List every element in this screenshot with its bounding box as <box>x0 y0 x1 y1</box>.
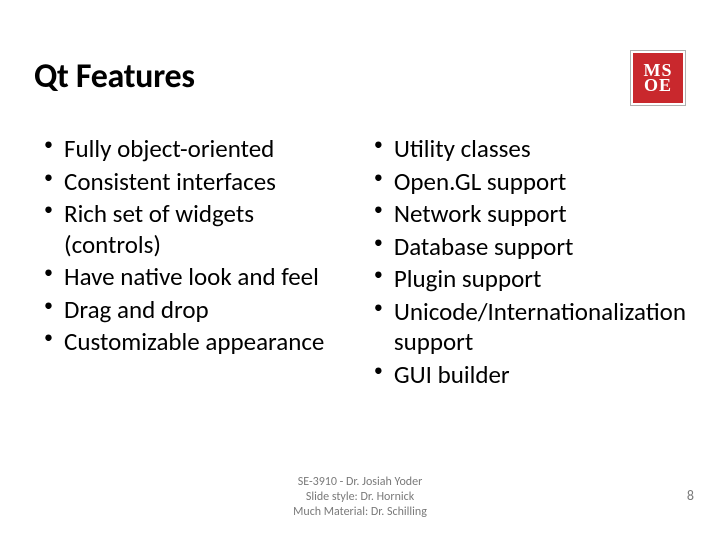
header: Qt Features MS OE <box>34 56 686 106</box>
left-list: Fully object-oriented Consistent interfa… <box>34 134 352 358</box>
page-number: 8 <box>687 487 694 504</box>
list-item: Network support <box>364 199 686 230</box>
list-item: Customizable appearance <box>34 327 352 358</box>
msoe-logo-inner: MS OE <box>633 53 683 103</box>
slide: Qt Features MS OE Fully object-oriented … <box>0 0 720 540</box>
footer-line1: SE-3910 - Dr. Josiah Yoder <box>0 475 720 490</box>
list-item: Plugin support <box>364 264 686 295</box>
msoe-logo: MS OE <box>630 50 686 106</box>
list-item: Have native look and feel <box>34 262 352 293</box>
list-item: Consistent interfaces <box>34 167 352 198</box>
list-item: Unicode/Internationalization support <box>364 297 686 358</box>
list-item: Database support <box>364 232 686 263</box>
content-columns: Fully object-oriented Consistent interfa… <box>34 134 686 392</box>
list-item: Utility classes <box>364 134 686 165</box>
list-item: Open.GL support <box>364 167 686 198</box>
right-list: Utility classes Open.GL support Network … <box>364 134 686 390</box>
logo-row2: OE <box>644 78 672 93</box>
list-item: GUI builder <box>364 360 686 391</box>
left-column: Fully object-oriented Consistent interfa… <box>34 134 352 392</box>
footer-line3: Much Material: Dr. Schilling <box>0 505 720 520</box>
slide-title: Qt Features <box>34 56 195 97</box>
footer-line2: Slide style: Dr. Hornick <box>0 490 720 505</box>
list-item: Fully object-oriented <box>34 134 352 165</box>
list-item: Drag and drop <box>34 295 352 326</box>
list-item: Rich set of widgets (controls) <box>34 199 352 260</box>
footer: SE-3910 - Dr. Josiah Yoder Slide style: … <box>0 475 720 520</box>
right-column: Utility classes Open.GL support Network … <box>364 134 686 392</box>
